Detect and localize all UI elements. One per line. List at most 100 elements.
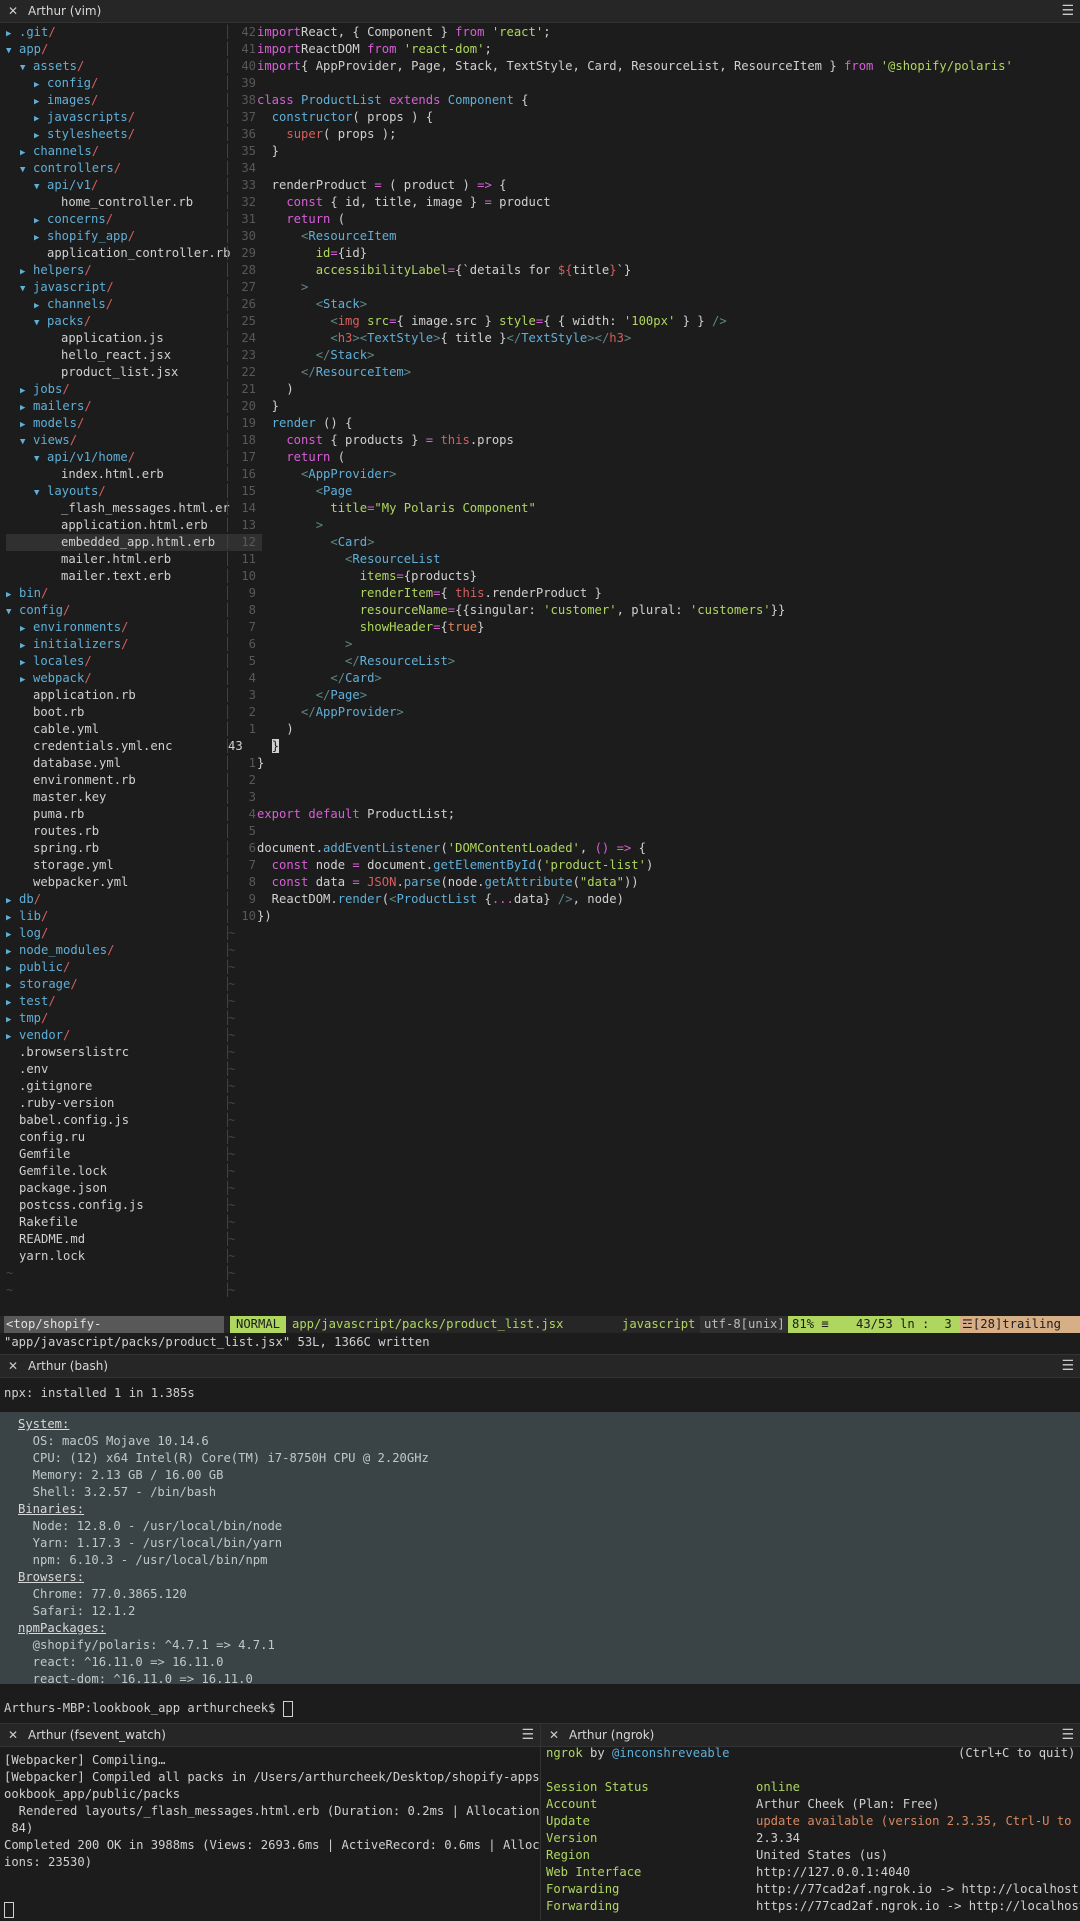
- code-line[interactable]: render () {: [257, 415, 353, 432]
- code-line[interactable]: <img src={ image.src } style={ { width: …: [257, 313, 726, 330]
- code-line[interactable]: const { id, title, image } = product: [257, 194, 550, 211]
- tree-file[interactable]: webpacker.yml: [6, 874, 128, 891]
- tree-file[interactable]: storage.yml: [6, 857, 114, 874]
- menu-icon[interactable]: ☰: [1061, 1724, 1074, 1746]
- tree-dir[interactable]: ▶ node_modules/: [6, 942, 114, 959]
- tree-dir[interactable]: ▶ javascripts/: [6, 109, 135, 126]
- code-line[interactable]: renderItem={ this.renderProduct }: [257, 585, 602, 602]
- code-line[interactable]: super( props );: [257, 126, 396, 143]
- close-icon[interactable]: ✕: [6, 0, 20, 22]
- code-line[interactable]: <ResourceItem: [257, 228, 396, 245]
- menu-icon[interactable]: ☰: [1061, 0, 1074, 22]
- code-line[interactable]: import{ AppProvider, Page, Stack, TextSt…: [257, 58, 1013, 75]
- tree-file[interactable]: Gemfile: [6, 1146, 70, 1163]
- tree-file[interactable]: credentials.yml.enc: [6, 738, 172, 755]
- code-line[interactable]: ReactDOM.render(<ProductList {...data} /…: [257, 891, 624, 908]
- code-line[interactable]: title="My Polaris Component": [257, 500, 535, 517]
- tree-file[interactable]: puma.rb: [6, 806, 84, 823]
- tree-file[interactable]: home_controller.rb: [6, 194, 193, 211]
- tree-file[interactable]: package.json: [6, 1180, 107, 1197]
- code-line[interactable]: importReact, { Component } from 'react';: [257, 24, 551, 41]
- tree-file[interactable]: application.js: [6, 330, 164, 347]
- tree-dir[interactable]: ▼ controllers/: [6, 160, 121, 177]
- code-line[interactable]: >: [257, 517, 323, 534]
- code-line[interactable]: renderProduct = ( product ) => {: [257, 177, 507, 194]
- tree-file[interactable]: application.rb: [6, 687, 136, 704]
- tree-dir[interactable]: ▶ locales/: [6, 653, 92, 670]
- code-line[interactable]: showHeader={true}: [257, 619, 485, 636]
- code-line[interactable]: const node = document.getElementById('pr…: [257, 857, 654, 874]
- menu-icon[interactable]: ☰: [521, 1724, 534, 1746]
- code-line[interactable]: return (: [257, 211, 345, 228]
- code-line[interactable]: </Stack>: [257, 347, 375, 364]
- close-icon[interactable]: ✕: [547, 1724, 561, 1746]
- close-icon[interactable]: ✕: [6, 1355, 20, 1377]
- tree-file[interactable]: yarn.lock: [6, 1248, 85, 1265]
- tree-dir[interactable]: ▶ environments/: [6, 619, 128, 636]
- vim-pane[interactable]: ✕ Arthur (vim) ☰ ▶ .git/▼ app/▼ assets/▶ con…: [0, 0, 1080, 1352]
- tree-dir[interactable]: ▶ stylesheets/: [6, 126, 135, 143]
- tree-dir[interactable]: ▶ channels/: [6, 296, 113, 313]
- code-line[interactable]: resourceName={{singular: 'customer', plu…: [257, 602, 786, 619]
- tree-dir[interactable]: ▶ .git/: [6, 24, 56, 41]
- tree-dir[interactable]: ▼ views/: [6, 432, 77, 449]
- tree-file[interactable]: cable.yml: [6, 721, 99, 738]
- code-line[interactable]: class ProductList extends Component {: [257, 92, 529, 109]
- code-line[interactable]: ): [257, 381, 293, 398]
- tree-file[interactable]: .browserslistrc: [6, 1044, 129, 1061]
- code-line[interactable]: }: [257, 738, 280, 755]
- tree-dir[interactable]: ▼ assets/: [6, 58, 84, 75]
- tree-dir[interactable]: ▶ lib/: [6, 908, 48, 925]
- tree-dir[interactable]: ▶ log/: [6, 925, 48, 942]
- tree-dir[interactable]: ▶ test/: [6, 993, 56, 1010]
- tree-dir[interactable]: ▶ storage/: [6, 976, 78, 993]
- tree-file[interactable]: master.key: [6, 789, 106, 806]
- code-line[interactable]: <AppProvider>: [257, 466, 396, 483]
- tree-dir[interactable]: ▶ concerns/: [6, 211, 113, 228]
- code-line[interactable]: constructor( props ) {: [257, 109, 433, 126]
- tree-dir[interactable]: ▶ images/: [6, 92, 98, 109]
- tree-dir[interactable]: ▼ layouts/: [6, 483, 106, 500]
- code-line[interactable]: <Card>: [257, 534, 374, 551]
- code-line[interactable]: }: [257, 755, 264, 772]
- tree-dir[interactable]: ▼ packs/: [6, 313, 91, 330]
- tree-file[interactable]: babel.config.js: [6, 1112, 129, 1129]
- tree-dir[interactable]: ▶ db/: [6, 891, 41, 908]
- tree-dir[interactable]: ▼ app/: [6, 41, 48, 58]
- tree-dir[interactable]: ▶ tmp/: [6, 1010, 48, 1027]
- tree-dir[interactable]: ▶ helpers/: [6, 262, 92, 279]
- tree-file[interactable]: mailer.html.erb: [6, 551, 171, 568]
- fsevent-pane[interactable]: ✕ Arthur (fsevent_watch) ☰ [Webpacker] C…: [0, 1723, 540, 1921]
- tree-dir[interactable]: ▶ config/: [6, 75, 98, 92]
- tree-file[interactable]: .env: [6, 1061, 48, 1078]
- tree-dir[interactable]: ▶ models/: [6, 415, 84, 432]
- tree-file[interactable]: .gitignore: [6, 1078, 92, 1095]
- tree-file[interactable]: spring.rb: [6, 840, 99, 857]
- code-line[interactable]: items={products}: [257, 568, 477, 585]
- code-line[interactable]: </AppProvider>: [257, 704, 404, 721]
- tree-dir[interactable]: ▶ initializers/: [6, 636, 128, 653]
- tree-dir[interactable]: ▶ public/: [6, 959, 70, 976]
- tree-dir[interactable]: ▼ api/v1/: [6, 177, 98, 194]
- tree-file[interactable]: hello_react.jsx: [6, 347, 171, 364]
- tree-dir[interactable]: ▼ config/: [6, 602, 70, 619]
- code-line[interactable]: importReactDOM from 'react-dom';: [257, 41, 492, 58]
- tree-file[interactable]: postcss.config.js: [6, 1197, 144, 1214]
- tree-file[interactable]: boot.rb: [6, 704, 84, 721]
- code-line[interactable]: </ResourceItem>: [257, 364, 411, 381]
- tree-file[interactable]: config.ru: [6, 1129, 85, 1146]
- code-line[interactable]: <h3><TextStyle>{ title }</TextStyle></h3…: [257, 330, 631, 347]
- tree-file[interactable]: routes.rb: [6, 823, 99, 840]
- tree-file[interactable]: application_controller.rb: [6, 245, 230, 262]
- code-line[interactable]: <ResourceList: [257, 551, 440, 568]
- tree-dir[interactable]: ▶ bin/: [6, 585, 48, 602]
- tree-file[interactable]: .ruby-version: [6, 1095, 114, 1112]
- code-line[interactable]: >: [257, 279, 308, 296]
- code-line[interactable]: const { products } = this.props: [257, 432, 514, 449]
- tree-file[interactable]: product_list.jsx: [6, 364, 178, 381]
- close-icon[interactable]: ✕: [6, 1724, 20, 1746]
- tree-dir[interactable]: ▶ channels/: [6, 143, 99, 160]
- tree-dir[interactable]: ▶ mailers/: [6, 398, 92, 415]
- tree-file[interactable]: Rakefile: [6, 1214, 78, 1231]
- code-line[interactable]: }): [257, 908, 272, 925]
